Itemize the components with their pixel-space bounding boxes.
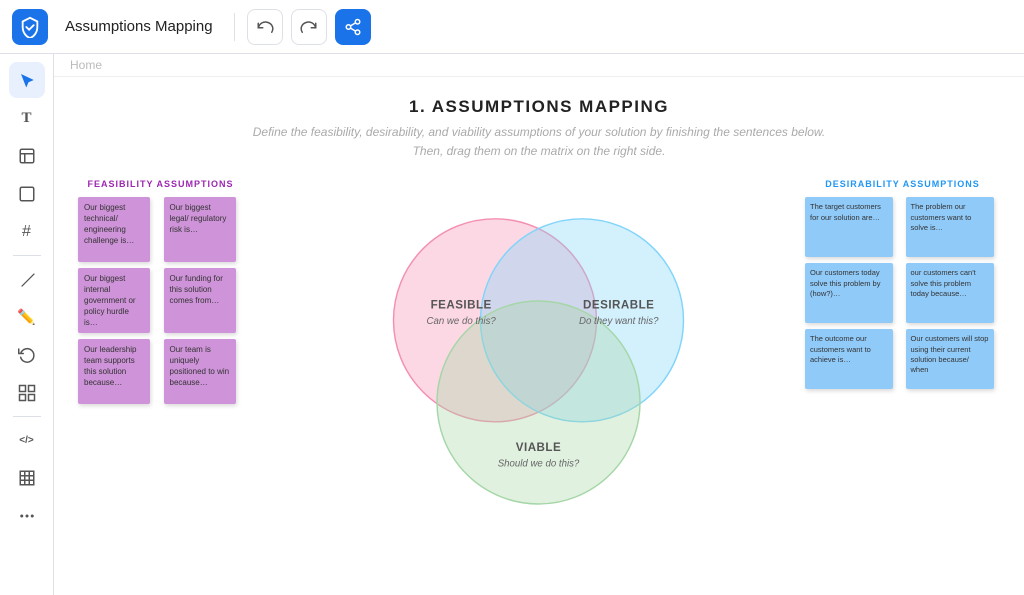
venn-diagram: FEASIBLE Can we do this? DESIRABLE Do th… <box>253 179 795 539</box>
desirability-grid: The target customers for our solution ar… <box>805 197 1000 389</box>
redo-icon <box>300 18 318 36</box>
sticky-f5[interactable]: Our leadership team supports this soluti… <box>78 339 150 404</box>
breadcrumb: Home <box>54 54 1024 77</box>
frame-icon <box>18 185 36 203</box>
rotate-icon <box>18 346 36 364</box>
svg-text:Can we do this?: Can we do this? <box>427 317 497 328</box>
app-title[interactable]: Assumptions Mapping <box>56 13 222 40</box>
page-subtitle: Define the feasibility, desirability, an… <box>78 123 1000 161</box>
feasibility-grid: Our biggest technical/ engineering chall… <box>78 197 243 404</box>
sidebar-tool-text[interactable]: T <box>9 100 45 136</box>
page-title: 1. ASSUMPTIONS MAPPING <box>78 97 1000 117</box>
svg-text:Do they want this?: Do they want this? <box>579 317 659 328</box>
sidebar-separator-2 <box>13 416 41 417</box>
sticky-f6[interactable]: Our team is uniquely positioned to win b… <box>164 339 236 404</box>
sidebar: T # — ✏️ </> <box>0 54 54 595</box>
main-content: 1. ASSUMPTIONS MAPPING Define the feasib… <box>54 77 1024 592</box>
sidebar-tool-hashtag[interactable]: # <box>9 214 45 250</box>
svg-text:VIABLE: VIABLE <box>516 441 561 454</box>
sticky-d4[interactable]: our customers can't solve this problem t… <box>906 263 994 323</box>
svg-text:Should we do this?: Should we do this? <box>498 459 580 470</box>
desirability-label: DESIRABILITY ASSUMPTIONS <box>805 179 1000 189</box>
undo-button[interactable] <box>247 9 283 45</box>
sidebar-tool-frame[interactable] <box>9 176 45 212</box>
sticky-d6[interactable]: Our customers will stop using their curr… <box>906 329 994 389</box>
feasibility-label: FEASIBILITY ASSUMPTIONS <box>78 179 243 189</box>
logo-icon <box>19 16 41 38</box>
sidebar-tool-rotate[interactable] <box>9 337 45 373</box>
svg-text:DESIRABLE: DESIRABLE <box>583 299 654 312</box>
sidebar-tool-table[interactable] <box>9 460 45 496</box>
connect-icon <box>18 384 36 402</box>
undo-icon <box>256 18 274 36</box>
sidebar-tool-select[interactable] <box>9 62 45 98</box>
diagram-area: FEASIBILITY ASSUMPTIONS Our biggest tech… <box>78 179 1000 539</box>
desirability-column: DESIRABILITY ASSUMPTIONS The target cust… <box>805 179 1000 389</box>
feasibility-column: FEASIBILITY ASSUMPTIONS Our biggest tech… <box>78 179 243 404</box>
share-button[interactable] <box>335 9 371 45</box>
share-icon <box>344 18 362 36</box>
logo[interactable] <box>12 9 48 45</box>
sticky-f4[interactable]: Our funding for this solution comes from… <box>164 268 236 333</box>
sticky-d2[interactable]: The problem our customers want to solve … <box>906 197 994 257</box>
canvas[interactable]: Home 1. ASSUMPTIONS MAPPING Define the f… <box>54 54 1024 595</box>
sidebar-tool-line[interactable]: — <box>1 254 52 305</box>
topbar: Assumptions Mapping <box>0 0 1024 54</box>
sidebar-tool-connect[interactable] <box>9 375 45 411</box>
sticky-icon <box>18 147 36 165</box>
sticky-d3[interactable]: Our customers today solve this problem b… <box>805 263 893 323</box>
sidebar-tool-code[interactable]: </> <box>9 422 45 458</box>
sidebar-tool-sticky[interactable] <box>9 138 45 174</box>
select-icon <box>18 71 36 89</box>
svg-text:FEASIBLE: FEASIBLE <box>431 299 492 312</box>
table-icon <box>18 469 36 487</box>
sticky-d1[interactable]: The target customers for our solution ar… <box>805 197 893 257</box>
topbar-divider <box>234 13 235 41</box>
sidebar-tool-more[interactable] <box>9 498 45 534</box>
redo-button[interactable] <box>291 9 327 45</box>
sticky-d5[interactable]: The outcome our customers want to achiev… <box>805 329 893 389</box>
sticky-f1[interactable]: Our biggest technical/ engineering chall… <box>78 197 150 262</box>
venn-svg: FEASIBLE Can we do this? DESIRABLE Do th… <box>379 194 669 524</box>
sticky-f3[interactable]: Our biggest internal government or polic… <box>78 268 150 333</box>
sticky-f2[interactable]: Our biggest legal/ regulatory risk is… <box>164 197 236 262</box>
more-icon <box>18 507 36 525</box>
sidebar-tool-draw[interactable]: ✏️ <box>9 299 45 335</box>
